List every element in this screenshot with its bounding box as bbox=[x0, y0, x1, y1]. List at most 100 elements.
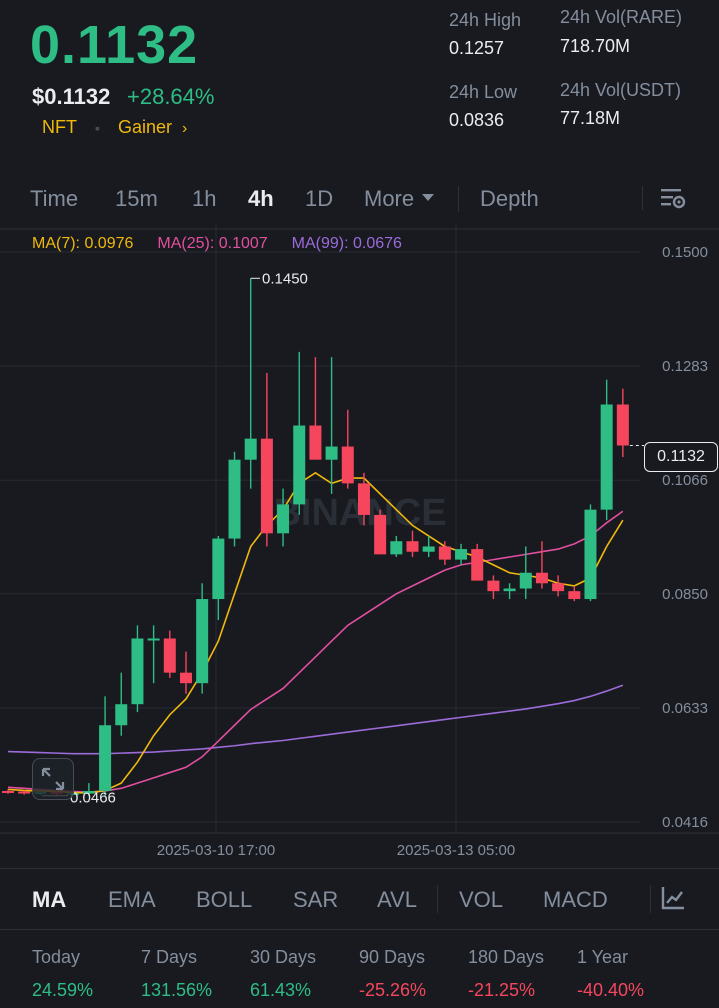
candle-body bbox=[455, 549, 468, 560]
perf-label: 1 Year bbox=[577, 947, 629, 967]
chart-settings-icon[interactable] bbox=[660, 187, 686, 211]
tab-depth[interactable]: Depth bbox=[480, 186, 539, 212]
candle-body bbox=[244, 438, 257, 460]
candle bbox=[487, 575, 500, 600]
tab-4h[interactable]: 4h bbox=[248, 186, 274, 212]
candle bbox=[325, 357, 338, 494]
x-axis: 2025-03-10 17:00 2025-03-13 05:00 bbox=[157, 842, 515, 859]
candle-body bbox=[568, 591, 581, 600]
ind-ema[interactable]: EMA bbox=[108, 887, 156, 913]
candle-body bbox=[325, 446, 338, 460]
candle bbox=[260, 372, 273, 547]
candle-body bbox=[196, 599, 209, 684]
candle-body bbox=[471, 549, 484, 581]
tab-1h[interactable]: 1h bbox=[192, 186, 216, 212]
y-tick-label: 0.1066 bbox=[662, 472, 708, 489]
ind-sar[interactable]: SAR bbox=[293, 887, 338, 913]
perf-value: -21.25% bbox=[468, 980, 536, 1000]
perf-value: -40.40% bbox=[577, 980, 645, 1000]
candle bbox=[406, 530, 419, 557]
candle-body bbox=[131, 638, 144, 705]
candle-body bbox=[422, 546, 435, 552]
perf-value: 131.56% bbox=[141, 980, 213, 1000]
candle bbox=[552, 575, 565, 597]
current-price-tag: 0.1132 bbox=[644, 442, 718, 472]
low-marker-label: 0.0466 bbox=[70, 790, 116, 807]
tab-more-label: More bbox=[364, 186, 415, 211]
tab-time[interactable]: Time bbox=[30, 186, 78, 212]
perf-label: 90 Days bbox=[359, 947, 426, 967]
candle-body bbox=[406, 541, 419, 552]
candle-body bbox=[309, 425, 322, 460]
candle bbox=[535, 541, 548, 589]
ind-macd[interactable]: MACD bbox=[543, 887, 608, 913]
high-value: 0.1257 bbox=[449, 38, 505, 58]
candle-body bbox=[212, 538, 225, 600]
candle-body bbox=[584, 509, 597, 600]
candle-body bbox=[552, 583, 565, 592]
candle-body bbox=[374, 514, 387, 555]
tab-more[interactable]: More bbox=[364, 186, 435, 212]
tab-15m[interactable]: 15m bbox=[115, 186, 158, 212]
candle-body bbox=[390, 541, 403, 555]
candle bbox=[390, 535, 403, 557]
candle bbox=[293, 351, 306, 515]
y-axis: 0.1500 0.1283 0.1066 0.0850 0.0633 0.0416 bbox=[662, 244, 708, 831]
tab-1d[interactable]: 1D bbox=[305, 186, 333, 212]
ind-divider bbox=[437, 885, 438, 913]
candle-body bbox=[179, 672, 192, 684]
interval-tabs: Time 15m 1h 4h 1D More Depth bbox=[0, 178, 719, 222]
candle bbox=[455, 543, 468, 565]
candle bbox=[179, 651, 192, 694]
candle bbox=[212, 535, 225, 621]
ind-vol[interactable]: VOL bbox=[459, 887, 503, 913]
ind-divider-2 bbox=[650, 885, 651, 913]
candle-body bbox=[2, 790, 14, 793]
x-tick-label: 2025-03-10 17:00 bbox=[157, 842, 275, 859]
vol-base-value: 718.70M bbox=[560, 36, 631, 56]
candle-body bbox=[163, 638, 176, 673]
caret-down-icon bbox=[422, 193, 435, 201]
candle-body bbox=[341, 446, 354, 484]
candle-body bbox=[293, 425, 306, 505]
candle bbox=[503, 583, 516, 600]
ma99-value: MA(99): 0.0676 bbox=[291, 235, 402, 252]
tags-row: NFT ▪ Gainer › bbox=[42, 117, 187, 138]
ma-legend: MA(7): 0.0976 MA(25): 0.1007 MA(99): 0.0… bbox=[32, 235, 402, 253]
tag-rank[interactable]: Gainer › bbox=[118, 117, 187, 138]
indicator-settings-icon[interactable] bbox=[660, 885, 686, 911]
x-tick-label: 2025-03-13 05:00 bbox=[397, 842, 515, 859]
candle bbox=[115, 672, 128, 736]
expand-chart-button[interactable] bbox=[32, 758, 74, 800]
candle-body bbox=[503, 588, 516, 592]
candle-body bbox=[438, 546, 451, 560]
y-tick-label: 0.0416 bbox=[662, 814, 708, 831]
y-tick-label: 0.0633 bbox=[662, 700, 708, 717]
price-change-percent: +28.64% bbox=[127, 84, 215, 109]
candle bbox=[568, 585, 581, 602]
y-tick-label: 0.1283 bbox=[662, 358, 708, 375]
candle-body bbox=[277, 504, 290, 534]
expand-icon bbox=[41, 767, 65, 791]
perf-label: 7 Days bbox=[141, 947, 198, 967]
candle bbox=[309, 357, 322, 460]
candle-body bbox=[519, 572, 532, 589]
ind-ma[interactable]: MA bbox=[32, 887, 66, 913]
candle-body bbox=[115, 704, 128, 726]
price-chart[interactable]: BINANCE 0.15000.12830.10660.08500.06330.… bbox=[0, 225, 719, 865]
tag-category[interactable]: NFT bbox=[42, 117, 77, 138]
perf-value: 24.59% bbox=[32, 980, 94, 1000]
tabs-divider-2 bbox=[642, 186, 643, 210]
candle bbox=[99, 696, 112, 796]
indicator-tabs: MA EMA BOLL SAR AVL VOL MACD bbox=[0, 868, 719, 930]
candle-body bbox=[18, 791, 31, 794]
candles bbox=[2, 278, 629, 796]
chevron-right-icon: › bbox=[182, 120, 188, 137]
candle bbox=[438, 541, 451, 565]
candle-body bbox=[535, 572, 548, 584]
ind-boll[interactable]: BOLL bbox=[196, 887, 252, 913]
ind-avl[interactable]: AVL bbox=[377, 887, 417, 913]
candle-body bbox=[228, 459, 241, 539]
candle bbox=[584, 504, 597, 602]
candle bbox=[228, 451, 241, 547]
